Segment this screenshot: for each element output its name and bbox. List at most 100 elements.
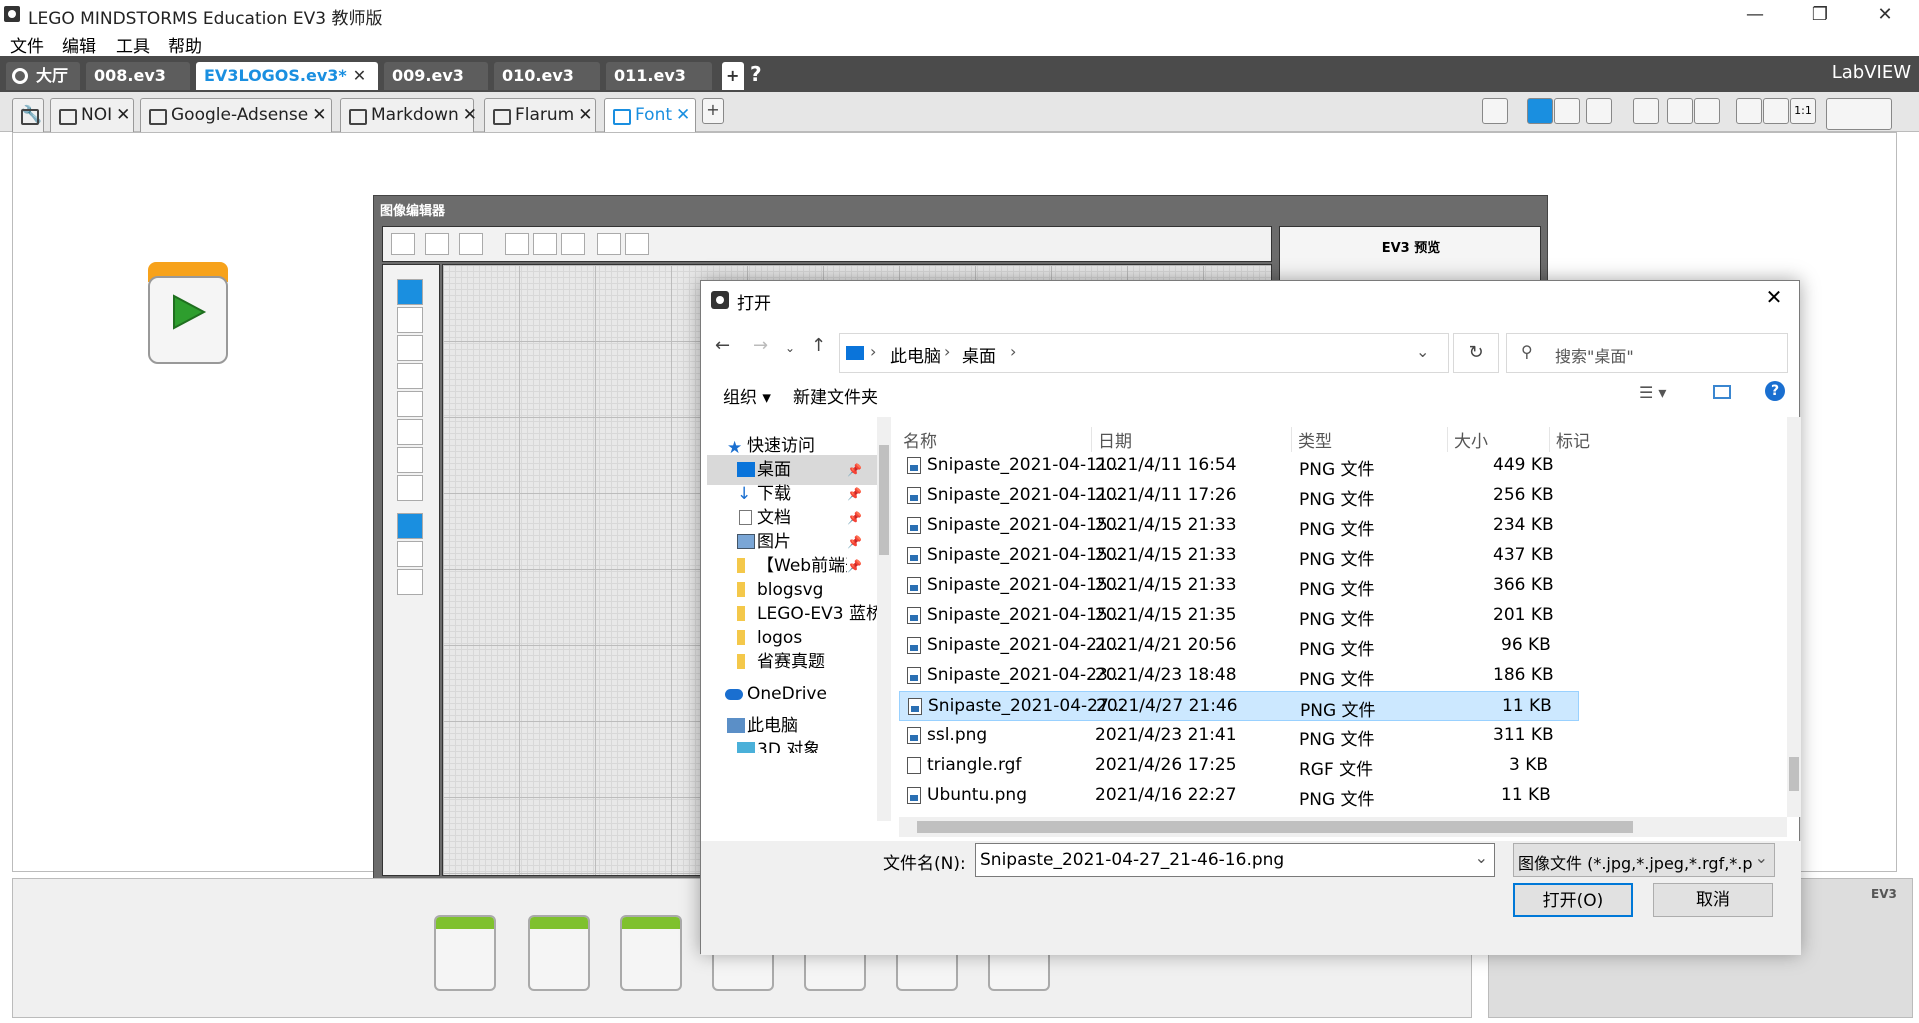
file-row[interactable]: Snipaste_2021-04-21... 2021/4/21 20:56 PNG… <box>899 631 1579 661</box>
column-name[interactable]: 名称 <box>903 427 937 452</box>
tab-ev3logos[interactable]: EV3LOGOS.ev3* ✕ <box>196 62 378 90</box>
paste-icon[interactable] <box>561 233 585 255</box>
pencil-icon[interactable] <box>397 279 423 305</box>
palette-block[interactable] <box>434 915 496 991</box>
rectangle-outline-icon[interactable] <box>397 363 423 389</box>
add-tab-button[interactable]: + <box>722 62 744 90</box>
properties-tab[interactable]: 🔧 <box>12 98 44 132</box>
menu-tools[interactable]: 工具 <box>116 32 150 57</box>
close-tab-icon[interactable]: ✕ <box>676 105 690 125</box>
zoom-in-icon[interactable] <box>1763 98 1789 124</box>
tab-008[interactable]: 008.ev3 <box>86 62 190 90</box>
nav-onedrive[interactable]: OneDrive <box>701 679 871 709</box>
tab-flarum[interactable]: Flarum ✕ <box>484 98 596 132</box>
close-icon[interactable]: ✕ <box>1855 0 1915 30</box>
close-tab-icon[interactable]: ✕ <box>578 105 592 125</box>
file-row[interactable]: Snipaste_2021-04-15... 2021/4/15 21:33 PNG… <box>899 511 1579 541</box>
file-list-horizontal-scrollbar[interactable] <box>899 817 1787 837</box>
zoom-out-icon[interactable] <box>1736 98 1762 124</box>
menu-help[interactable]: 帮助 <box>168 32 202 57</box>
tab-markdown[interactable]: Markdown ✕ <box>340 98 477 132</box>
eraser-icon[interactable] <box>397 447 423 473</box>
search-input[interactable]: 搜索"桌面" <box>1555 343 1634 367</box>
up-icon[interactable]: ↑ <box>811 335 826 356</box>
tab-google-adsense[interactable]: Google-Adsense ✕ <box>140 98 332 132</box>
open-icon[interactable] <box>391 233 415 255</box>
brush-large-icon[interactable] <box>397 569 423 595</box>
file-type-filter[interactable]: 图像文件 (*.jpg,*.jpeg,*.rgf,*.p ⌄ <box>1513 843 1775 877</box>
nav-scrollbar[interactable] <box>877 417 891 821</box>
nav-folder-contest[interactable]: 省赛真题 <box>707 647 877 677</box>
tab-noi[interactable]: NOI ✕ <box>50 98 134 132</box>
lobby-tab[interactable]: 大厅 <box>6 62 80 90</box>
file-row[interactable]: Snipaste_2021-04-15... 2021/4/15 21:35 PNG… <box>899 601 1579 631</box>
preview-pane-icon[interactable] <box>1713 385 1731 399</box>
scroll-thumb[interactable] <box>879 445 889 555</box>
tab-010[interactable]: 010.ev3 <box>494 62 600 90</box>
file-row[interactable]: Snipaste_2021-04-15... 2021/4/15 21:33 PNG… <box>899 571 1579 601</box>
recent-locations-icon[interactable]: ⌄ <box>785 341 795 355</box>
minimize-icon[interactable]: — <box>1725 0 1785 30</box>
undo-icon[interactable] <box>597 233 621 255</box>
save-icon[interactable] <box>459 233 483 255</box>
file-list-vertical-scrollbar[interactable] <box>1787 417 1801 817</box>
close-tab-icon[interactable]: ✕ <box>312 105 326 125</box>
tab-009[interactable]: 009.ev3 <box>384 62 488 90</box>
help-icon[interactable]: ? <box>1765 381 1785 401</box>
close-tab-icon[interactable]: ✕ <box>116 105 130 125</box>
zoom-reset-button[interactable]: 1:1 <box>1790 98 1816 124</box>
tab-font[interactable]: Font ✕ <box>604 98 696 132</box>
column-type[interactable]: 类型 <box>1291 427 1332 452</box>
chevron-down-icon[interactable]: ⌄ <box>1475 848 1488 867</box>
column-size[interactable]: 大小 <box>1447 427 1488 452</box>
start-block[interactable] <box>148 262 230 368</box>
restore-icon[interactable]: ❐ <box>1790 0 1850 30</box>
lobby-book-icon[interactable] <box>1826 98 1892 130</box>
file-row[interactable]: ssl.png 2021/4/23 21:41 PNG 文件 311 KB <box>899 721 1579 751</box>
new-icon[interactable] <box>425 233 449 255</box>
fill-bucket-icon[interactable] <box>397 419 423 445</box>
refresh-icon[interactable]: ↻ <box>1453 333 1499 373</box>
comment-icon[interactable] <box>1482 98 1508 124</box>
column-date[interactable]: 日期 <box>1091 427 1132 452</box>
file-row-selected[interactable]: Snipaste_2021-04-27... 2021/4/27 21:46 PNG… <box>899 691 1579 721</box>
close-tab-icon[interactable]: ✕ <box>463 105 477 125</box>
cut-icon[interactable] <box>505 233 529 255</box>
chevron-down-icon[interactable]: ⌄ <box>1416 342 1429 361</box>
menu-edit[interactable]: 编辑 <box>62 32 96 57</box>
redo-icon[interactable] <box>1694 98 1720 124</box>
nav-3d-objects[interactable]: 3D 对象 <box>707 735 877 753</box>
menu-file[interactable]: 文件 <box>10 32 44 57</box>
palette-block[interactable] <box>528 915 590 991</box>
new-folder-button[interactable]: 新建文件夹 <box>793 383 878 408</box>
file-row[interactable]: Ubuntu.png 2021/4/16 22:27 PNG 文件 11 KB <box>899 781 1579 811</box>
cancel-button[interactable]: 取消 <box>1653 883 1773 917</box>
organize-button[interactable]: 组织 ▾ <box>723 383 771 408</box>
search-box[interactable]: ⚲ 搜索"桌面" <box>1506 333 1788 373</box>
content-editor-icon[interactable] <box>1586 98 1612 124</box>
palette-block[interactable] <box>620 915 682 991</box>
file-row[interactable]: Snipaste_2021-04-15... 2021/4/15 21:33 PNG… <box>899 541 1579 571</box>
file-row[interactable]: Snipaste_2021-04-11... 2021/4/11 17:26 PNG… <box>899 481 1579 511</box>
pan-tool-icon[interactable] <box>1554 98 1580 124</box>
select-tool-icon[interactable] <box>1527 98 1553 124</box>
file-row[interactable]: Snipaste_2021-04-23... 2021/4/23 18:48 PNG… <box>899 661 1579 691</box>
breadcrumb-desktop[interactable]: 桌面 <box>962 342 996 367</box>
tab-011[interactable]: 011.ev3 <box>606 62 712 90</box>
forward-icon[interactable]: → <box>753 335 768 356</box>
text-tool-icon[interactable] <box>397 475 423 501</box>
file-row[interactable]: triangle.rgf 2021/4/26 17:25 RGF 文件 3 KB <box>899 751 1579 781</box>
scroll-thumb[interactable] <box>917 821 1633 833</box>
undo-icon[interactable] <box>1667 98 1693 124</box>
address-bar[interactable]: › 此电脑 › 桌面 › ⌄ <box>839 333 1449 373</box>
chevron-down-icon[interactable]: ⌄ <box>1754 848 1768 867</box>
filename-input[interactable]: Snipaste_2021-04-27_21-46-16.png ⌄ <box>975 843 1495 877</box>
breadcrumb-this-pc[interactable]: 此电脑 <box>890 342 941 367</box>
back-icon[interactable]: ← <box>715 335 730 356</box>
brush-small-icon[interactable] <box>397 513 423 539</box>
rectangle-fill-icon[interactable] <box>397 307 423 333</box>
close-tab-icon[interactable]: ✕ <box>353 66 366 85</box>
close-icon[interactable]: ✕ <box>1759 285 1789 309</box>
open-button[interactable]: 打开(O) <box>1513 883 1633 917</box>
scroll-thumb[interactable] <box>1789 757 1799 791</box>
